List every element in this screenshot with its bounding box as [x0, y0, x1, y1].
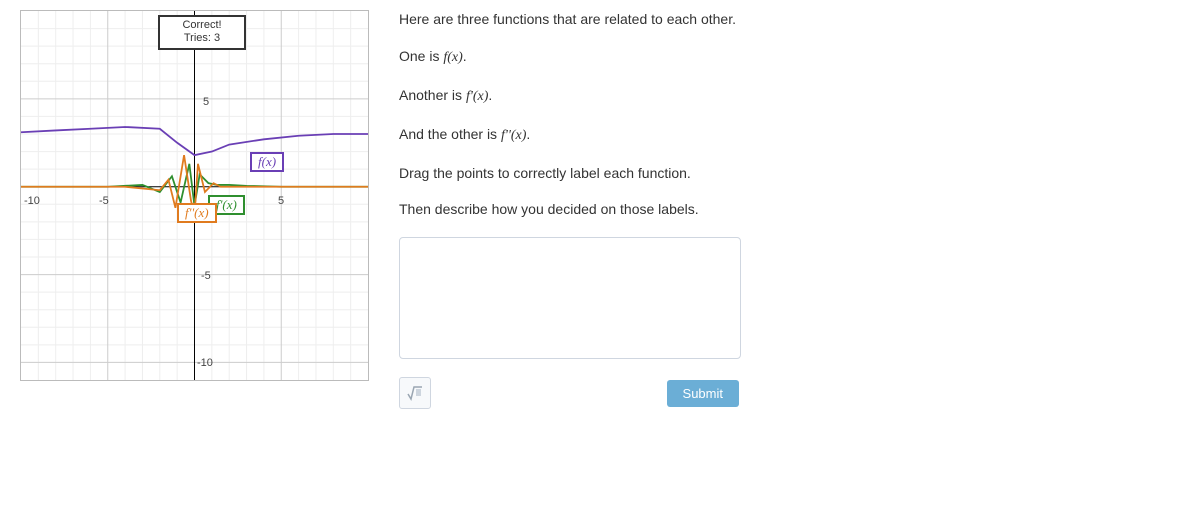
tick-y-5: 5 — [203, 96, 209, 108]
tick-y-minus10: -10 — [197, 357, 213, 369]
answer-textarea[interactable] — [399, 237, 741, 359]
status-box: Correct! Tries: 3 — [158, 15, 246, 50]
instruction-describe: Then describe how you decided on those l… — [399, 200, 741, 219]
coordinate-plane[interactable]: f(x) f'(x) f''(x) -10 -5 5 5 -5 -10 Corr… — [20, 10, 369, 381]
status-line2: Tries: 3 — [160, 32, 244, 45]
tick-x-5: 5 — [278, 195, 284, 207]
tick-x-minus5: -5 — [99, 195, 109, 207]
submit-button[interactable]: Submit — [667, 380, 739, 407]
plot-container: f(x) f'(x) f''(x) -10 -5 5 5 -5 -10 Corr… — [20, 10, 369, 381]
line-fdouble: And the other is f''(x). — [399, 125, 741, 146]
tick-y-minus5: -5 — [201, 270, 211, 282]
intro-text: Here are three functions that are relate… — [399, 10, 741, 29]
status-line1: Correct! — [160, 19, 244, 32]
line-fprime: Another is f'(x). — [399, 86, 741, 107]
narrative-column: Here are three functions that are relate… — [399, 10, 741, 409]
sqrt-icon — [407, 385, 423, 401]
label-f[interactable]: f(x) — [250, 152, 284, 172]
instruction-drag: Drag the points to correctly label each … — [399, 164, 741, 183]
label-fdouble[interactable]: f''(x) — [177, 203, 217, 223]
plot-svg — [21, 11, 368, 380]
tick-x-minus10: -10 — [24, 195, 40, 207]
line-f: One is f(x). — [399, 47, 741, 68]
math-editor-button[interactable] — [399, 377, 431, 409]
